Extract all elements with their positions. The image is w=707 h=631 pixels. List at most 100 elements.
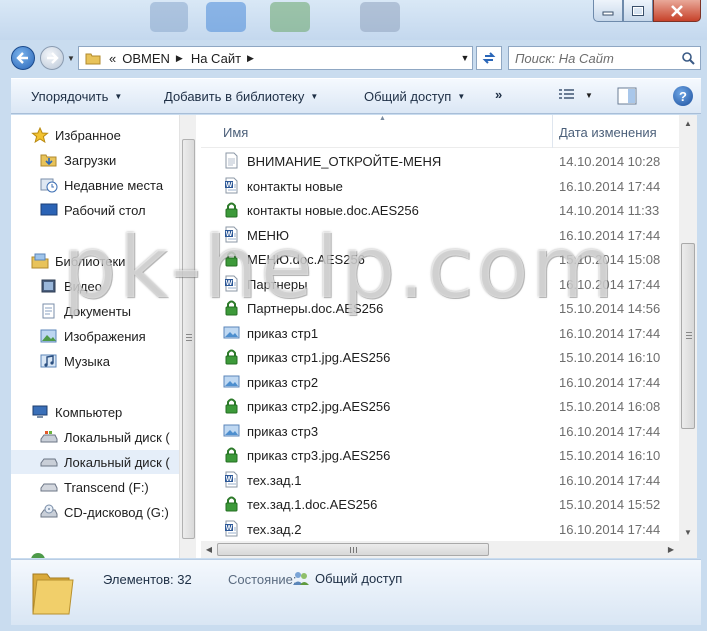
vertical-scroll-thumb[interactable] [681,243,695,429]
chevron-down-icon: ▼ [310,92,319,101]
nav-item-label: Загрузки [64,152,117,168]
network-icon [31,553,45,558]
minimize-button[interactable] [593,0,623,22]
add-to-library-button[interactable]: Добавить в библиотеку ▼ [164,89,318,104]
file-row[interactable]: приказ стр3.jpg.AES256 15.10.2014 16:10 [201,443,679,467]
nav-transcend[interactable]: Transcend (F:) [40,475,179,499]
nav-documents[interactable]: Документы [40,299,179,323]
encrypted-lock-icon [225,300,238,316]
nav-music[interactable]: Музыка [40,349,179,373]
file-date-modified: 16.10.2014 17:44 [559,227,661,243]
nav-item-label: Избранное [55,127,121,143]
help-button[interactable]: ? [673,86,693,106]
nav-recent-places[interactable]: Недавние места [40,173,179,197]
file-row[interactable]: приказ стр1.jpg.AES256 15.10.2014 16:10 [201,345,679,369]
nav-item-label: Локальный диск ( [64,454,170,470]
file-row[interactable]: приказ стр1 16.10.2014 17:44 [201,321,679,345]
nav-cd-drive[interactable]: CD-дисковод (G:) [40,500,179,524]
nav-local-disk-d[interactable]: Локальный диск ( [11,450,179,474]
file-row[interactable]: W МЕНЮ 16.10.2014 17:44 [201,223,679,247]
nav-item-label: Компьютер [55,404,123,420]
address-bar[interactable]: « OBMEN ▶ На Сайт ▶ [78,46,473,70]
share-button[interactable]: Общий доступ ▼ [364,89,465,104]
close-button[interactable] [653,0,701,22]
file-row[interactable]: приказ стр2.jpg.AES256 15.10.2014 16:08 [201,394,679,418]
nav-item-label: Transcend (F:) [64,479,149,495]
search-icon[interactable] [681,51,695,65]
scroll-left-icon[interactable]: ◀ [201,541,217,558]
preview-pane-button[interactable] [617,87,637,105]
encrypted-lock-icon [225,251,238,267]
maximize-button[interactable] [623,0,653,22]
file-name: МЕНЮ.doc.AES256 [247,252,365,267]
nav-favorites[interactable]: Избранное [31,123,179,147]
history-dropdown-icon[interactable]: ▼ [66,52,76,64]
star-icon [31,127,49,143]
file-date-modified: 15.10.2014 16:10 [559,448,661,463]
breadcrumb-na-sajt[interactable]: На Сайт [191,51,241,66]
nav-libraries[interactable]: Библиотеки [31,249,179,273]
nav-computer[interactable]: Компьютер [31,400,179,424]
nav-pictures[interactable]: Изображения [40,324,179,348]
file-row[interactable]: W Партнеры 16.10.2014 17:44 [201,272,679,296]
refresh-icon [482,52,496,64]
breadcrumb-overflow[interactable]: « [109,51,116,66]
search-input[interactable]: Поиск: На Сайт [508,46,701,70]
more-commands-button[interactable]: » [495,87,502,102]
file-name: МЕНЮ [247,227,290,243]
scroll-down-icon[interactable]: ▼ [679,524,697,541]
word-doc-icon: W [225,177,238,193]
text-file-icon [225,152,238,169]
nav-downloads[interactable]: Загрузки [40,148,179,172]
column-divider[interactable] [552,115,553,148]
file-row[interactable]: Wтех.зад.1 16.10.2014 17:44 [201,468,679,492]
forward-button[interactable] [40,46,64,70]
file-date-modified: 16.10.2014 17:44 [559,178,661,194]
state-label: Состояние: [228,572,297,587]
nav-pane-scrollbar[interactable] [179,115,196,558]
word-doc-icon: W [225,520,238,536]
file-list-vertical-scrollbar[interactable]: ▲ ▼ [679,115,697,541]
horizontal-scroll-thumb[interactable] [217,543,489,556]
organize-button[interactable]: Упорядочить ▼ [31,89,122,104]
file-row[interactable]: ВНИМАНИЕ_ОТКРОЙТЕ-МЕНЯ 14.10.2014 10:28 [201,149,679,173]
search-placeholder: Поиск: На Сайт [515,50,614,66]
nav-scroll-thumb[interactable] [182,139,195,539]
file-name: Партнеры.doc.AES256 [247,301,384,316]
nav-item-label: Локальный диск ( [64,429,170,445]
column-date-modified[interactable]: Дата изменения [559,125,657,140]
file-name: приказ стр2 [247,374,319,390]
file-row[interactable]: Wконтакты новые 16.10.2014 17:44 [201,174,679,198]
file-row[interactable]: Wтех.зад.2 16.10.2014 17:44 [201,517,679,541]
change-view-button[interactable]: ▼ [557,87,593,103]
file-date-modified: 16.10.2014 17:44 [559,276,661,292]
file-row[interactable]: приказ стр2 16.10.2014 17:44 [201,370,679,394]
minimize-icon [602,11,614,15]
breadcrumb-obmen[interactable]: OBMEN [122,51,170,66]
column-name[interactable]: Имя [223,125,248,140]
nav-desktop[interactable]: Рабочий стол [40,198,179,222]
scroll-up-icon[interactable]: ▲ [679,115,697,132]
nav-video[interactable]: Видео [40,274,179,298]
nav-local-disk-c[interactable]: Локальный диск ( [40,425,179,449]
breadcrumb-chevron-icon[interactable]: ▶ [247,53,254,64]
file-date-modified: 15.10.2014 16:10 [559,350,661,365]
address-dropdown-icon[interactable]: ▼ [455,46,475,70]
word-doc-icon: W [225,471,238,487]
forward-arrow-icon [47,52,59,64]
file-row[interactable]: Партнеры.doc.AES256 15.10.2014 14:56 [201,296,679,320]
file-list-horizontal-scrollbar[interactable]: ◀ ▶ [201,541,679,558]
breadcrumb-chevron-icon[interactable]: ▶ [176,53,183,64]
file-date-modified: 16.10.2014 17:44 [559,325,661,341]
file-name: контакты новые.doc.AES256 [247,203,419,218]
scroll-right-icon[interactable]: ▶ [663,541,679,558]
file-row[interactable]: приказ стр3 16.10.2014 17:44 [201,419,679,443]
file-row[interactable]: тех.зад.1.doc.AES256 15.10.2014 15:52 [201,492,679,516]
back-button[interactable] [11,46,35,70]
refresh-button[interactable] [476,46,502,70]
file-row[interactable]: контакты новые.doc.AES256 14.10.2014 11:3… [201,198,679,222]
svg-text:W: W [226,182,233,189]
file-row[interactable]: МЕНЮ.doc.AES256 15.10.2014 15:08 [201,247,679,271]
file-date-modified: 14.10.2014 10:28 [559,154,661,169]
details-pane: Элементов: 32 Состояние: Общий доступ [11,559,701,625]
